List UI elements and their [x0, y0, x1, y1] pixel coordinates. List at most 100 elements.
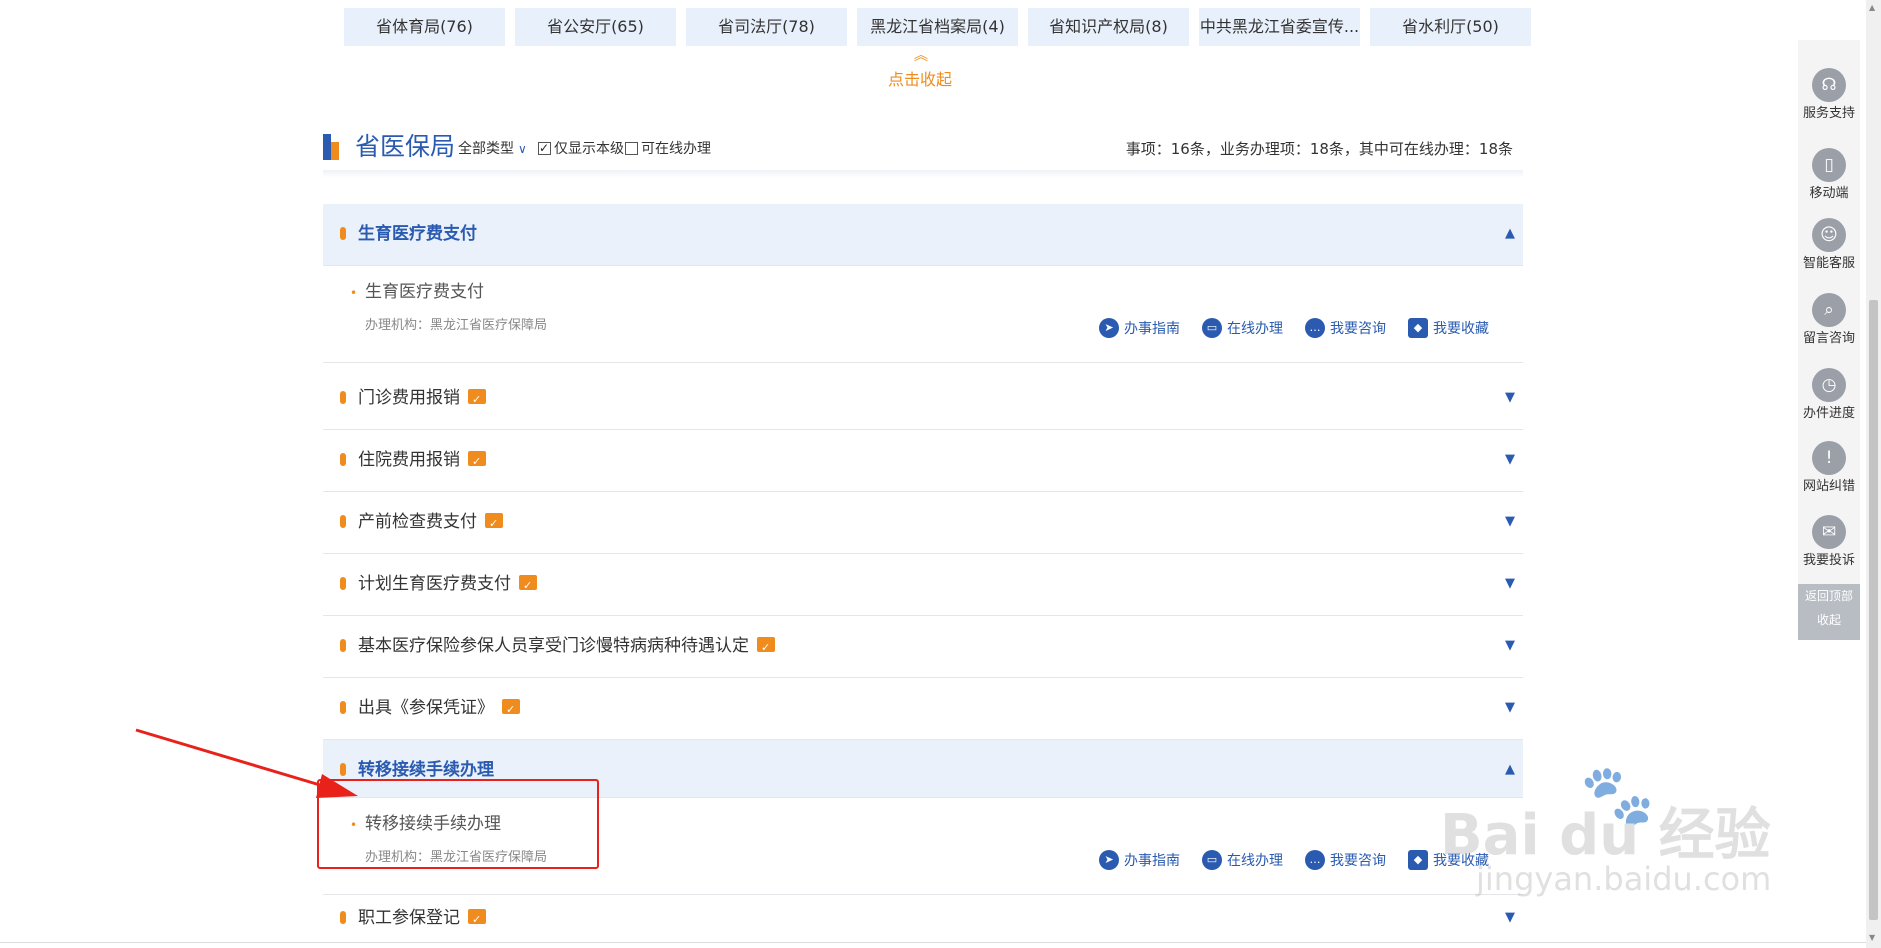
guide-button[interactable]: ➤ 办事指南 [1099, 316, 1180, 340]
item-title: 转移接续手续办理 [358, 760, 494, 780]
online-handle-button[interactable]: ▭ 在线办理 [1202, 316, 1283, 340]
triangle-down-icon[interactable]: ▼ [1505, 638, 1515, 653]
dept-tab-archives[interactable]: 黑龙江省档案局(4) [857, 8, 1018, 46]
triangle-down-icon[interactable]: ▼ [1505, 576, 1515, 591]
triangle-up-icon[interactable]: ▲ [1505, 226, 1515, 241]
chat-icon: … [1305, 318, 1325, 338]
item-row-prenatal[interactable]: 产前检查费支付 ▼ [323, 492, 1523, 554]
online-label: 在线办理 [1227, 853, 1283, 869]
item-row-birth-medical[interactable]: 生育医疗费支付 ▲ [323, 204, 1523, 266]
triangle-down-icon[interactable]: ▼ [1505, 700, 1515, 715]
item-title: 职工参保登记 [358, 908, 460, 928]
item-row-inpatient[interactable]: 住院费用报销 ▼ [323, 430, 1523, 492]
section-logo-icon [323, 134, 341, 160]
detail-title[interactable]: 转移接续手续办理 [365, 812, 501, 836]
sidebar-label: 移动端 [1809, 186, 1849, 201]
scroll-down-arrow-icon[interactable]: ▼ [1869, 933, 1875, 942]
item-title: 出具《参保凭证》 [358, 698, 494, 718]
online-only-checkbox[interactable]: 可在线办理 [625, 140, 711, 158]
bullet-icon [340, 515, 346, 528]
bullet-icon [340, 701, 346, 714]
back-to-top-button[interactable]: 返回顶部 收起 [1798, 584, 1860, 640]
scroll-up-arrow-icon[interactable]: ▲ [1869, 3, 1875, 12]
guide-label: 办事指南 [1124, 321, 1180, 337]
sidebar-item-smart-service[interactable]: ☺ 智能客服 [1798, 210, 1860, 282]
dept-tab-propaganda[interactable]: 中共黑龙江省委宣传... [1199, 8, 1360, 46]
envelope-icon: ✉ [1812, 515, 1846, 549]
item-row-outpatient[interactable]: 门诊费用报销 ▼ [323, 368, 1523, 430]
item-row-employee-registration[interactable]: 职工参保登记 ▼ [323, 895, 1523, 943]
detail-org: 办理机构：黑龙江省医疗保障局 [365, 318, 548, 333]
triangle-down-icon[interactable]: ▼ [1505, 452, 1515, 467]
collapse-tabs-link[interactable]: ︽ 点击收起 [860, 46, 980, 92]
online-handle-button[interactable]: ▭ 在线办理 [1202, 848, 1283, 872]
stats-summary: 事项：16条，业务办理项：18条，其中可在线办理：18条 [1125, 140, 1513, 158]
chevron-down-icon: ∨ [518, 142, 527, 156]
only-this-level-checkbox[interactable]: 仅显示本级 [538, 139, 624, 158]
cube-icon: ◆ [1408, 850, 1428, 870]
item-row-chronic-disease[interactable]: 基本医疗保险参保人员享受门诊慢特病病种待遇认定 ▼ [323, 616, 1523, 678]
checkbox-checked-icon [538, 139, 551, 157]
triangle-down-icon[interactable]: ▼ [1505, 910, 1515, 925]
consult-label: 我要咨询 [1330, 853, 1386, 869]
sidebar-item-site-correction[interactable]: ! 网站纠错 [1798, 433, 1860, 505]
dept-tab-justice[interactable]: 省司法厅(78) [686, 8, 847, 46]
bullet-icon [340, 763, 346, 776]
scroll-thumb[interactable] [1869, 300, 1878, 920]
consult-button[interactable]: … 我要咨询 [1305, 848, 1386, 872]
item-row-family-planning[interactable]: 计划生育医疗费支付 ▼ [323, 554, 1523, 616]
sidebar-label: 办件进度 [1802, 406, 1855, 421]
navigation-icon: ➤ [1099, 850, 1119, 870]
detail-actions: ➤ 办事指南 ▭ 在线办理 … 我要咨询 ◆ 我要收藏 [1077, 316, 1489, 340]
only-this-level-label: 仅显示本级 [554, 141, 624, 157]
mobile-phone-icon: ▯ [1812, 148, 1846, 182]
bullet-dot-icon: • [350, 818, 358, 832]
item-title-wrap: 出具《参保凭证》 [358, 695, 520, 723]
sidebar-item-complaint[interactable]: ✉ 我要投诉 [1798, 507, 1860, 579]
bullet-icon [340, 227, 346, 240]
guide-label: 办事指南 [1124, 853, 1180, 869]
item-row-insurance-certificate[interactable]: 出具《参保凭证》 ▼ [323, 678, 1523, 740]
sidebar-label: 留言咨询 [1802, 331, 1855, 346]
bullet-icon [340, 577, 346, 590]
item-row-transfer[interactable]: 转移接续手续办理 ▲ [323, 740, 1523, 798]
bullet-icon [340, 391, 346, 404]
sidebar-label: 网站纠错 [1802, 479, 1855, 494]
type-filter-label: 全部类型 [458, 141, 514, 157]
type-filter-dropdown[interactable]: 全部类型 ∨ [458, 138, 527, 160]
section-header: 省医保局 全部类型 ∨ 仅显示本级 可在线办理 事项：16条，业务办理项：18条，… [323, 126, 1523, 170]
header-divider [323, 170, 1523, 178]
headset-icon: ☊ [1812, 68, 1846, 102]
dept-tab-public-security[interactable]: 省公安厅(65) [515, 8, 676, 46]
dept-tab-water[interactable]: 省水利厅(50) [1370, 8, 1531, 46]
triangle-down-icon[interactable]: ▼ [1505, 514, 1515, 529]
online-badge-icon [519, 573, 537, 599]
clock-document-icon: ◷ [1812, 368, 1846, 402]
sidebar-item-message-consult[interactable]: ⌕ 留言咨询 [1798, 285, 1860, 357]
sidebar-item-mobile[interactable]: ▯ 移动端 [1798, 140, 1860, 212]
dept-tab-ip[interactable]: 省知识产权局(8) [1028, 8, 1189, 46]
vertical-scrollbar[interactable]: ▲ ▼ [1866, 0, 1881, 948]
item-title-wrap: 产前检查费支付 [358, 509, 503, 537]
triangle-down-icon[interactable]: ▼ [1505, 390, 1515, 405]
online-badge-icon [468, 449, 486, 475]
bullet-dot-icon: • [350, 286, 358, 300]
guide-button[interactable]: ➤ 办事指南 [1099, 848, 1180, 872]
sidebar-label: 服务支持 [1802, 106, 1855, 121]
online-label: 在线办理 [1227, 321, 1283, 337]
detail-title[interactable]: 生育医疗费支付 [365, 280, 484, 304]
section-title: 省医保局 [355, 132, 456, 161]
favorite-button[interactable]: ◆ 我要收藏 [1408, 848, 1489, 872]
triangle-up-icon[interactable]: ▲ [1505, 762, 1515, 777]
sidebar-item-service-support[interactable]: ☊ 服务支持 [1798, 60, 1860, 132]
bullet-icon [340, 453, 346, 466]
consult-button[interactable]: … 我要咨询 [1305, 316, 1386, 340]
monitor-alert-icon: ! [1812, 441, 1846, 475]
favorite-button[interactable]: ◆ 我要收藏 [1408, 316, 1489, 340]
sidebar-item-progress[interactable]: ◷ 办件进度 [1798, 360, 1860, 432]
sidebar-label: 智能客服 [1802, 256, 1855, 271]
sidebar-collapse-label[interactable]: 收起 [1798, 608, 1860, 632]
dept-tab-sports[interactable]: 省体育局(76) [344, 8, 505, 46]
bullet-icon [340, 911, 346, 924]
online-badge-icon [485, 511, 503, 537]
